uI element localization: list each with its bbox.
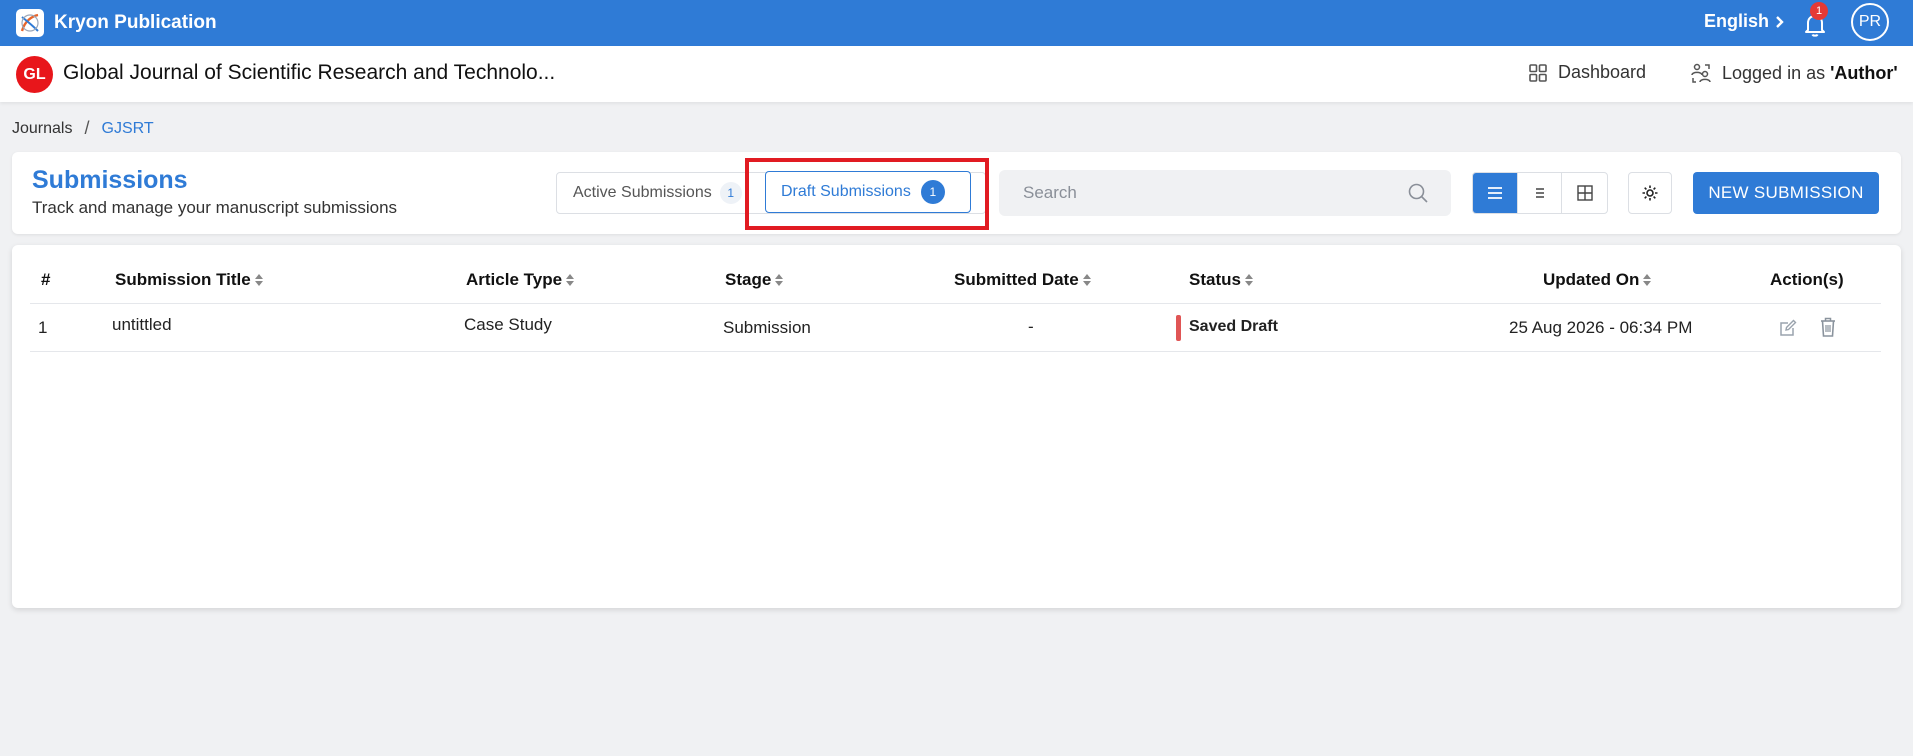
compact-list-icon [1535, 188, 1544, 198]
header-label: # [41, 270, 51, 289]
logged-in-role: 'Author' [1830, 62, 1898, 83]
journal-logo: GL [16, 56, 53, 93]
tab-count-badge: 1 [719, 182, 742, 204]
logged-in-text: Logged in as 'Author' [1722, 63, 1898, 84]
column-header-number: # [41, 270, 50, 290]
cell-status: Saved Draft [1189, 318, 1278, 335]
language-selector[interactable]: English [1704, 11, 1785, 32]
sort-icon[interactable] [1082, 272, 1092, 288]
column-header-status[interactable]: Status [1189, 270, 1254, 290]
cell-article-type: Case Study [464, 315, 552, 334]
sort-icon[interactable] [1642, 272, 1652, 288]
header-label: Submitted Date [954, 270, 1079, 289]
top-bar: Kryon Publication English 1 PR [0, 0, 1913, 46]
grid-view-button[interactable] [1562, 173, 1607, 213]
header-label: Article Type [466, 270, 563, 289]
logged-in-prefix: Logged in as [1722, 62, 1831, 83]
new-submission-button[interactable]: NEW SUBMISSION [1693, 172, 1879, 214]
journal-title[interactable]: Global Journal of Scientific Research an… [63, 61, 555, 85]
delete-icon[interactable] [1819, 316, 1837, 338]
tab-label: Active Submissions [573, 184, 712, 201]
users-switch-icon [1691, 63, 1711, 83]
breadcrumb-journals[interactable]: Journals [12, 120, 72, 138]
status-indicator [1176, 315, 1181, 341]
page-description: Track and manage your manuscript submiss… [32, 198, 398, 217]
edit-icon[interactable] [1778, 318, 1798, 338]
breadcrumb: Journals / GJSRT [12, 118, 154, 139]
column-header-updated-on[interactable]: Updated On [1543, 270, 1652, 290]
search-icon[interactable] [1407, 182, 1429, 204]
view-toggle [1472, 172, 1608, 214]
column-header-submitted-date[interactable]: Submitted Date [954, 270, 1092, 290]
app-name: Kryon Publication [54, 12, 217, 33]
submissions-table: # Submission Title Article Type Stage Su… [12, 245, 1901, 608]
cell-title[interactable]: untittled [112, 315, 172, 335]
gear-icon [1642, 185, 1658, 201]
sort-icon[interactable] [254, 272, 264, 288]
chevron-right-icon [1776, 15, 1784, 28]
header-label: Updated On [1543, 270, 1640, 289]
dashboard-label: Dashboard [1558, 62, 1647, 82]
search-input[interactable] [999, 170, 1389, 216]
sort-icon[interactable] [774, 272, 784, 288]
language-label: English [1704, 11, 1770, 31]
header-divider [30, 303, 1881, 304]
header-label: Stage [725, 270, 772, 289]
journal-header: GL Global Journal of Scientific Research… [0, 46, 1913, 102]
compact-view-button[interactable] [1518, 173, 1563, 213]
notification-badge: 1 [1810, 2, 1828, 20]
list-view-icon [1487, 187, 1502, 199]
column-header-article-type[interactable]: Article Type [466, 270, 575, 290]
search-box [999, 170, 1451, 216]
header-label: Action(s) [1770, 270, 1844, 289]
grid-view-icon [1576, 185, 1593, 201]
sort-icon[interactable] [565, 272, 575, 288]
brand[interactable]: Kryon Publication [16, 8, 217, 38]
kryon-logo-icon [16, 9, 44, 37]
cell-stage: Submission [723, 318, 811, 337]
dashboard-grid-icon [1529, 63, 1547, 82]
cell-updated-on: 25 Aug 2026 - 06:34 PM [1509, 318, 1693, 337]
header-label: Submission Title [115, 270, 251, 289]
user-avatar[interactable]: PR [1851, 3, 1889, 41]
header-label: Status [1189, 270, 1241, 289]
column-header-actions: Action(s) [1770, 270, 1844, 290]
row-divider [30, 351, 1881, 352]
cell-number: 1 [38, 318, 48, 337]
highlight-box [745, 158, 989, 230]
submissions-toolbar: Submissions Track and manage your manusc… [12, 152, 1901, 234]
column-header-title[interactable]: Submission Title [115, 270, 264, 290]
page-title: Submissions [32, 166, 188, 194]
dashboard-link[interactable]: Dashboard [1528, 62, 1646, 83]
role-switcher[interactable]: Logged in as 'Author' [1690, 62, 1898, 84]
breadcrumb-separator: / [84, 118, 90, 138]
tab-active-submissions[interactable]: Active Submissions 1 [557, 173, 757, 213]
list-view-button[interactable] [1473, 173, 1518, 213]
cell-submitted-date: - [1028, 317, 1034, 336]
column-header-stage[interactable]: Stage [725, 270, 784, 290]
sort-icon[interactable] [1244, 272, 1254, 288]
settings-button[interactable] [1628, 172, 1672, 214]
breadcrumb-current[interactable]: GJSRT [102, 120, 154, 138]
